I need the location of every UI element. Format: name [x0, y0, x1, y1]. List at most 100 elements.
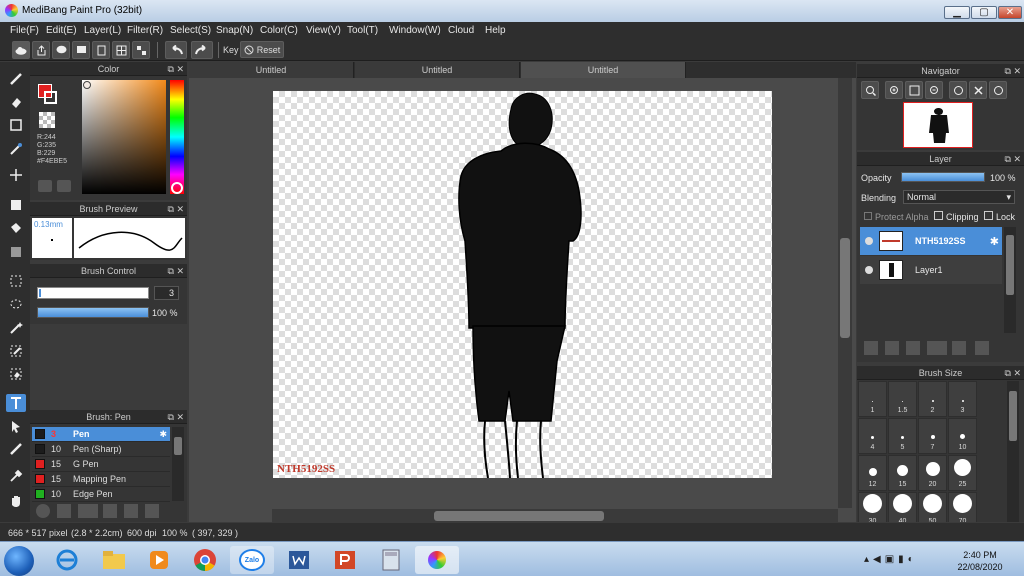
brush-size-cell[interactable]: 1.5 [888, 381, 917, 417]
tab-untitled-1[interactable]: Untitled [189, 62, 354, 78]
operation-tool-icon[interactable] [6, 417, 26, 435]
palette-add-icon[interactable] [57, 180, 71, 192]
gradient-tool-icon[interactable] [6, 243, 26, 261]
menu-color[interactable]: Color(C) [260, 25, 298, 36]
rotate-right-icon[interactable] [989, 81, 1007, 99]
brush-size-slider[interactable] [37, 287, 149, 299]
medibang-taskbar-icon[interactable] [415, 546, 459, 574]
move-tool-icon[interactable] [6, 166, 26, 184]
share-icon[interactable] [32, 41, 50, 59]
zoom-in-icon[interactable] [861, 81, 879, 99]
calculator-icon[interactable] [369, 546, 413, 574]
word-icon[interactable] [277, 546, 321, 574]
fill-rect-tool-icon[interactable] [6, 196, 26, 214]
brush-size-scrollbar[interactable] [1007, 381, 1019, 522]
zoom-out-icon[interactable] [925, 81, 943, 99]
cloud-icon[interactable] [12, 41, 30, 59]
brush-folder-icon[interactable] [124, 504, 138, 518]
select-eraser-tool-icon[interactable] [6, 365, 26, 383]
magic-wand-tool-icon[interactable] [6, 319, 26, 337]
menu-edit[interactable]: Edit(E) [46, 25, 77, 36]
chrome-icon[interactable] [183, 546, 227, 574]
add-layer-menu-icon[interactable] [927, 341, 947, 355]
system-tray-icons[interactable]: ▴◀▣▮◐ [864, 554, 944, 566]
brush-item-mapping-pen[interactable]: 15 Mapping Pen [32, 472, 170, 487]
brush-item-edge-pen[interactable]: 10 Edge Pen [32, 487, 170, 502]
gear-icon[interactable]: ✱ [159, 429, 167, 440]
menu-view[interactable]: View(V) [306, 25, 341, 36]
menu-filter[interactable]: Filter(R) [127, 25, 163, 36]
panel-controls-icon[interactable]: ⧉ ✕ [168, 410, 184, 424]
canvas-horizontal-scrollbar[interactable] [272, 509, 838, 523]
start-button-icon[interactable] [4, 546, 34, 576]
zoom-actual-icon[interactable] [885, 81, 903, 99]
brush-size-cell[interactable]: 50 [918, 492, 947, 522]
hue-handle[interactable] [171, 182, 183, 194]
brush-size-cell[interactable]: 25 [948, 455, 977, 491]
layer-opacity-slider[interactable] [901, 172, 985, 182]
new-brush-icon[interactable] [57, 504, 71, 518]
tab-untitled-2[interactable]: Untitled [355, 62, 520, 78]
visibility-icon[interactable] [865, 266, 873, 274]
brush-size-value[interactable]: 3 [154, 286, 179, 300]
brush-size-cell[interactable]: 20 [918, 455, 947, 491]
menu-snap[interactable]: Snap(N) [216, 25, 253, 36]
brush-size-cell[interactable]: 70 [948, 492, 977, 522]
cloud-brush-icon[interactable] [36, 504, 50, 518]
drawing-canvas[interactable]: NTH5192SS [273, 91, 772, 478]
canvas-vertical-scrollbar[interactable] [838, 78, 852, 508]
minimize-button[interactable]: ▁ [944, 6, 970, 19]
layer-list-scrollbar[interactable] [1004, 227, 1016, 333]
protect-alpha-checkbox[interactable] [864, 212, 872, 220]
taskbar-clock[interactable]: 2:40 PM 22/08/2020 [948, 549, 1012, 573]
brush-item-g-pen[interactable]: 15 G Pen [32, 457, 170, 472]
tab-untitled-3[interactable]: Untitled [521, 62, 686, 78]
layer-row-nth5192ss[interactable]: NTH5192SS ✱ [860, 227, 1002, 255]
menu-cloud[interactable]: Cloud [448, 25, 474, 36]
lasso-tool-icon[interactable] [6, 295, 26, 313]
text-tool-icon[interactable] [6, 394, 26, 412]
layer-row-layer1[interactable]: Layer1 [860, 256, 1002, 284]
lock-checkbox[interactable] [984, 211, 993, 220]
hue-slider[interactable] [170, 80, 184, 194]
brush-settings-icon[interactable] [103, 504, 117, 518]
select-pen-tool-icon[interactable] [6, 342, 26, 360]
rotate-reset-icon[interactable] [969, 81, 987, 99]
layout-icon[interactable] [132, 41, 150, 59]
brush-item-pen-sharp[interactable]: 10 Pen (Sharp) [32, 442, 170, 457]
brush-item-pen[interactable]: 3 Pen ✱ [32, 427, 170, 442]
eyedropper-tool-icon[interactable] [6, 467, 26, 485]
panel-controls-icon[interactable]: ⧉ ✕ [168, 264, 184, 278]
brush-size-cell[interactable]: 40 [888, 492, 917, 522]
powerpoint-icon[interactable] [323, 546, 367, 574]
fit-screen-icon[interactable] [905, 81, 923, 99]
brush-size-cell[interactable]: 10 [948, 418, 977, 454]
select-tool-icon[interactable] [6, 272, 26, 290]
menu-file[interactable]: File(F) [10, 25, 39, 36]
rotate-left-icon[interactable] [949, 81, 967, 99]
saturation-value-picker[interactable] [82, 80, 166, 194]
brush-tool-icon[interactable] [6, 70, 26, 88]
media-player-icon[interactable] [137, 546, 181, 574]
brush-size-cell[interactable]: 7 [918, 418, 947, 454]
zalo-app-icon[interactable]: Zalo [230, 546, 274, 574]
hand-tool-icon[interactable] [6, 492, 26, 510]
brush-size-cell[interactable]: 30 [858, 492, 887, 522]
add-brush-icon[interactable] [78, 504, 98, 518]
palette-icon[interactable] [38, 180, 52, 192]
brush-size-cell[interactable]: 15 [888, 455, 917, 491]
new-layer-icon[interactable] [864, 341, 878, 355]
menu-window[interactable]: Window(W) [389, 25, 441, 36]
reset-button[interactable]: Reset [240, 41, 284, 58]
undo-icon[interactable] [165, 41, 187, 59]
brush-size-cell[interactable]: 4 [858, 418, 887, 454]
panel-controls-icon[interactable]: ⧉ ✕ [168, 62, 184, 76]
dot-brush-tool-icon[interactable] [6, 140, 26, 158]
brush-size-cell[interactable]: 5 [888, 418, 917, 454]
clipping-checkbox[interactable] [934, 211, 943, 220]
panel-controls-icon[interactable]: ⧉ ✕ [1005, 366, 1021, 380]
maximize-button[interactable]: ▢ [971, 6, 997, 19]
menu-tool[interactable]: Tool(T) [347, 25, 378, 36]
new-halftone-layer-icon[interactable] [885, 341, 899, 355]
menu-select[interactable]: Select(S) [170, 25, 211, 36]
